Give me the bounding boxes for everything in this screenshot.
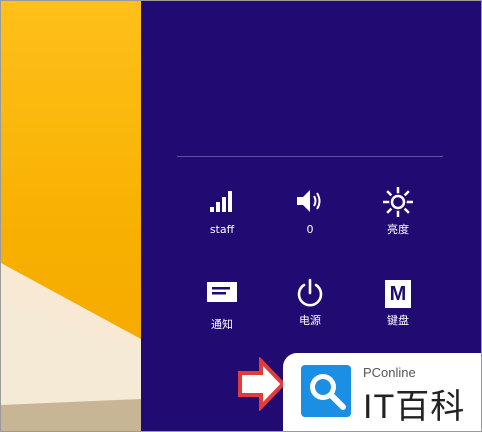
keyboard-icon: M <box>378 278 418 312</box>
network-tile[interactable]: staff <box>187 187 257 237</box>
red-arrow-icon <box>237 356 287 415</box>
notification-icon <box>202 282 242 316</box>
notifications-tile[interactable]: 通知 <box>187 278 257 332</box>
signal-bars-icon <box>202 187 242 221</box>
notifications-label: 通知 <box>211 318 233 331</box>
power-icon <box>290 278 330 312</box>
brightness-label: 亮度 <box>387 223 409 236</box>
keyboard-label: 键盘 <box>387 314 409 327</box>
keyboard-tile[interactable]: M 键盘 <box>363 278 433 328</box>
power-tile[interactable]: 电源 <box>275 278 345 328</box>
watermark-brand-small: PConline <box>363 365 416 380</box>
keyboard-glyph: M <box>385 280 411 308</box>
speaker-icon <box>290 187 330 221</box>
magnifier-logo-icon <box>299 363 355 423</box>
screen: staff 0 亮度 通知 电源 M 键盘 PConline IT百科 <box>0 0 482 432</box>
volume-tile[interactable]: 0 <box>275 187 345 237</box>
sun-icon <box>378 187 418 221</box>
volume-label: 0 <box>306 223 314 236</box>
panel-divider <box>177 156 443 157</box>
watermark-brand-big: IT百科 <box>363 388 466 426</box>
network-label: staff <box>209 223 235 236</box>
brightness-tile[interactable]: 亮度 <box>363 187 433 237</box>
pconline-watermark: PConline IT百科 <box>283 353 481 431</box>
power-label: 电源 <box>299 314 321 327</box>
desktop-wallpaper <box>1 1 141 431</box>
